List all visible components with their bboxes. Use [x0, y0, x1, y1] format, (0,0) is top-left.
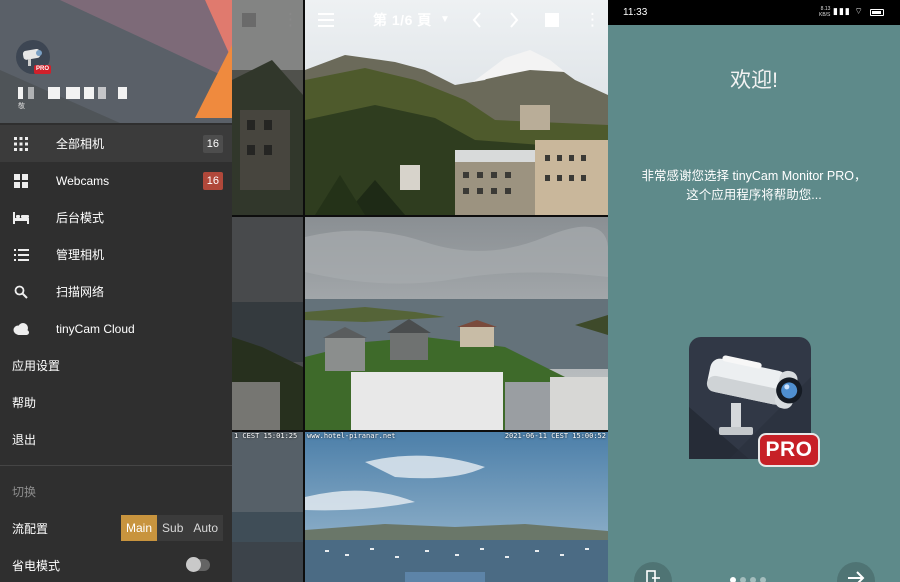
menu-item-exit[interactable]: 退出 — [0, 421, 232, 458]
navigation-drawer: PRO 敬 全部相机 16 Webcams 16 后台模式 管理相机 扫描网络 … — [0, 0, 232, 582]
menu-item-webcams[interactable]: Webcams 16 — [0, 162, 232, 199]
caret-down-icon[interactable]: ▼ — [440, 10, 450, 30]
menu-item-label: 管理相机 — [56, 247, 105, 262]
osd-overlay: www.hotel-piranar.net 2021-06-11 CEST 15… — [305, 432, 608, 441]
cloud-icon — [12, 320, 30, 338]
menu-item-label: 帮助 — [12, 395, 37, 410]
signal-wifi-icon: ▮▮▮ ⌔ — [833, 6, 864, 16]
count-badge: 16 — [202, 134, 223, 153]
menu-item-label: tinyCam Cloud — [56, 321, 135, 336]
menu-item-label: Webcams — [56, 173, 110, 188]
stream-option-main[interactable]: Main — [121, 515, 158, 541]
pro-tag: PRO — [34, 65, 52, 74]
camera-tile-coast[interactable] — [305, 217, 608, 430]
account-name-redacted — [18, 87, 138, 99]
menu-item-tinycam-cloud[interactable]: tinyCam Cloud — [0, 310, 232, 347]
osd-site: www.hotel-piranar.net — [307, 432, 396, 440]
osd-time-right: 2021-06-11 CEST 15:00:52 — [504, 432, 606, 440]
network-speed: 8.13 KB/S — [819, 6, 830, 18]
menu-item-background-mode[interactable]: 后台模式 — [0, 199, 232, 236]
camera-column-left: 1 CEST 15:01:25 — [232, 0, 303, 582]
menu-item-label: 扫描网络 — [56, 284, 105, 299]
camera-column-main: www.hotel-piranar.net 2021-06-11 CEST 15… — [305, 0, 608, 582]
account-subtitle: 敬 — [18, 103, 25, 110]
page-dots — [730, 577, 766, 582]
osd-time-left: 1 CEST 15:01:25 — [234, 432, 298, 440]
grid-toolbar: ⋮ 第 1/6 頁 ▼ ⋮ — [232, 0, 608, 40]
count-badge: 16 — [202, 171, 223, 190]
chevron-left-icon[interactable] — [472, 10, 482, 33]
menu-item-label: 全部相机 — [56, 136, 105, 151]
drawer-header: PRO 敬 — [0, 0, 232, 123]
tiles-icon — [12, 172, 30, 190]
privacy-mask — [351, 372, 503, 430]
select-square-icon[interactable] — [545, 10, 559, 27]
camera-tile-harbor[interactable]: www.hotel-piranar.net 2021-06-11 CEST 15… — [305, 432, 608, 582]
stream-option-sub[interactable]: Sub — [157, 515, 189, 541]
battery-icon — [870, 9, 884, 16]
camera-tile[interactable]: 1 CEST 15:01:25 — [232, 432, 303, 582]
welcome-screen: 11:33 8.13 KB/S ▮▮▮ ⌔ 欢迎! 非常感谢您选择 tinyCa… — [608, 0, 900, 582]
page-dot — [730, 577, 736, 582]
arrow-right-icon[interactable] — [837, 562, 875, 582]
pro-badge: PRO — [758, 433, 820, 467]
power-save-toggle[interactable] — [186, 557, 210, 572]
menu-item-manage-cameras[interactable]: 管理相机 — [0, 236, 232, 273]
exit-icon[interactable] — [634, 562, 672, 582]
menu-item-help[interactable]: 帮助 — [0, 384, 232, 421]
menu-item-app-settings[interactable]: 应用设置 — [0, 347, 232, 384]
square-icon[interactable] — [242, 10, 256, 27]
bed-icon — [12, 209, 30, 227]
welcome-title: 欢迎! — [730, 69, 778, 92]
status-bar: 11:33 8.13 KB/S ▮▮▮ ⌔ — [608, 0, 900, 25]
status-time: 11:33 — [623, 7, 648, 18]
menu-item-scan-network[interactable]: 扫描网络 — [0, 273, 232, 310]
menu-item-label: 后台模式 — [56, 210, 105, 225]
page-indicator[interactable]: 第 1/6 頁 — [373, 10, 432, 30]
grid-icon — [12, 135, 30, 153]
search-icon — [12, 283, 30, 301]
camera-grid-screen: 1 CEST 15:01:25 www.hotel-piranar.net 20… — [232, 0, 608, 582]
camera-tile[interactable] — [232, 217, 303, 430]
menu-item-all-cameras[interactable]: 全部相机 16 — [0, 125, 232, 162]
stream-profile-selector: Main Sub Auto — [121, 515, 224, 541]
list-icon — [12, 246, 30, 264]
net-speed-unit: KB/S — [819, 12, 831, 18]
menu-item-label: 应用设置 — [12, 358, 61, 373]
section-label-switch: 切换 — [12, 485, 37, 499]
power-save-label: 省电模式 — [12, 559, 61, 573]
stream-option-auto[interactable]: Auto — [188, 515, 224, 541]
toggle-knob — [186, 557, 201, 572]
welcome-body: 非常感谢您选择 tinyCam Monitor PRO，这个应用程序将帮助您..… — [641, 169, 867, 202]
drawer-divider — [0, 465, 232, 466]
stream-profile-label: 流配置 — [12, 522, 49, 536]
page-dot — [750, 577, 756, 582]
hamburger-icon[interactable] — [318, 10, 334, 32]
page-dot — [760, 577, 766, 582]
osd-timestamp: 1 CEST 15:01:25 — [232, 432, 303, 441]
menu-item-label: 退出 — [12, 432, 37, 447]
page-dot — [740, 577, 746, 582]
more-vert-icon[interactable]: ⋮ — [282, 10, 299, 30]
overflow-more-vert-icon[interactable]: ⋮ — [584, 10, 601, 30]
chevron-right-icon[interactable] — [509, 10, 519, 33]
